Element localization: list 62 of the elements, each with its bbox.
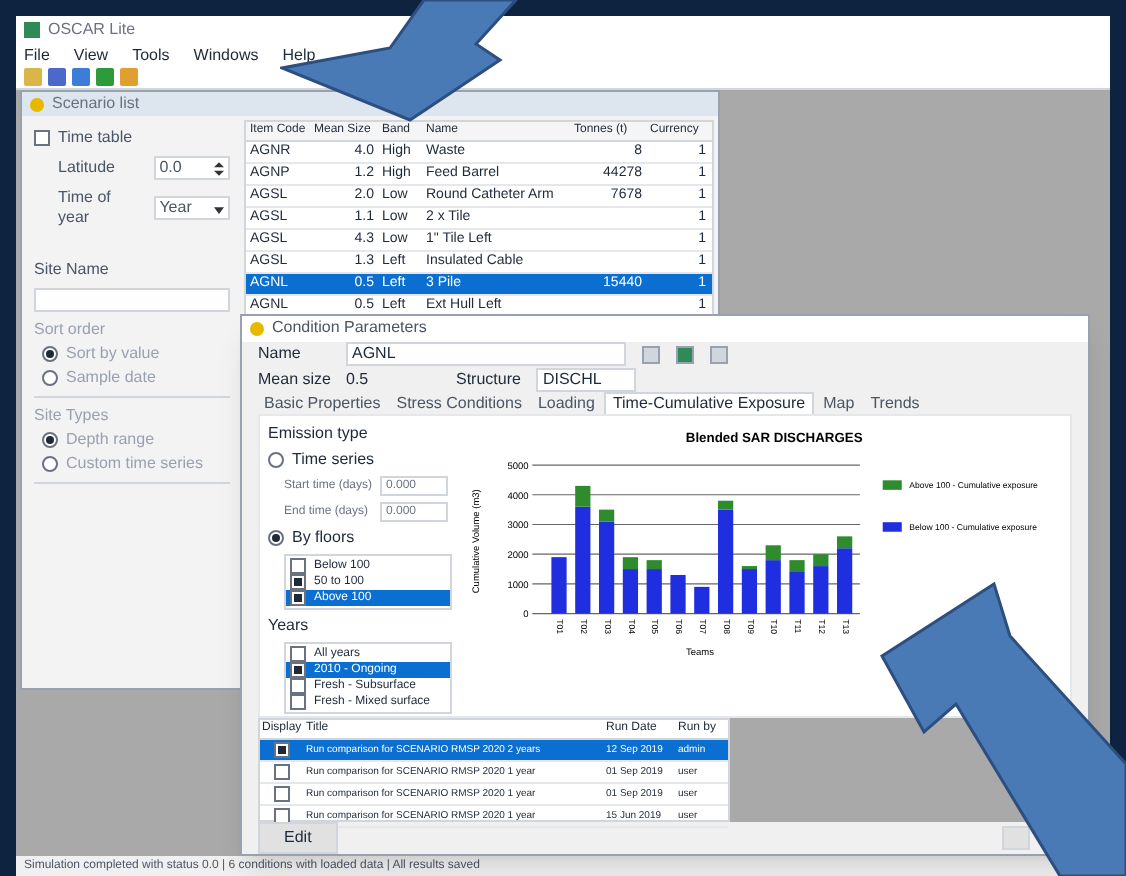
field-label: Time of year [58,188,113,228]
group-title: Sort order [34,320,108,340]
bar [694,586,711,614]
tab[interactable]: Time-Cumulative Exposure [604,392,814,415]
checkbox[interactable] [34,130,50,146]
group-title: Site Types [34,406,111,426]
field-value: 0.5 [346,369,371,390]
field-label: Mean size [258,369,330,390]
radio-label: Time series [292,450,375,471]
radio-button[interactable] [42,370,58,386]
checkbox[interactable] [290,694,306,711]
site-name-field[interactable] [34,288,230,312]
tab[interactable]: Map [817,394,861,415]
save-icon[interactable] [676,345,694,363]
spin-arrows-icon[interactable] [214,161,224,175]
child-window-title: Scenario list [52,94,140,114]
tab[interactable]: Loading [531,394,601,415]
tab[interactable]: Stress Conditions [390,394,528,415]
checkbox[interactable] [274,786,290,803]
checkbox[interactable] [290,590,306,607]
group-title: Emission type [268,424,370,445]
field-label: Latitude [58,158,117,178]
bar [671,575,687,614]
tab[interactable]: Basic Properties [258,394,387,415]
name-field[interactable]: AGNL [346,342,626,366]
menu-item[interactable]: View [73,45,109,65]
checkbox[interactable] [290,558,306,575]
radio-button[interactable] [42,456,58,472]
radio-label: Depth range [66,430,155,450]
checkbox[interactable] [290,646,306,663]
caret-icon[interactable] [214,201,224,215]
bar [552,557,568,614]
field-label: Structure [456,369,521,390]
group-title: Years [268,616,311,637]
radio-button[interactable] [42,432,58,448]
field-label: Site Name [34,260,111,280]
spin-field[interactable]: 0.0 [153,156,230,180]
checkbox[interactable] [290,574,306,591]
radio-button[interactable] [42,346,58,362]
radio-label: By floors [292,528,355,549]
checkbox[interactable] [274,764,290,781]
menu-item[interactable]: File [24,45,50,65]
dialog-title: Condition Parameters [272,318,427,339]
radio-button[interactable] [268,530,284,547]
app-icon [24,22,40,38]
window-title: OSCAR Lite [48,20,136,40]
menu-item[interactable]: Help [282,45,316,65]
checkbox[interactable] [290,678,306,695]
radio-label: Sort by value [66,344,160,364]
radio-button[interactable] [268,452,284,469]
checkbox[interactable] [274,742,290,759]
field-label: Name [258,344,303,364]
checkbox-label: Time table [58,128,133,148]
tab[interactable]: Trends [864,394,926,415]
checkbox[interactable] [290,662,306,679]
radio-label: Custom time series [66,454,203,474]
dropdown[interactable]: Year [153,196,230,220]
menu-item[interactable]: Windows [193,45,259,65]
structure-field[interactable]: DISCHL [536,367,637,392]
menu-item[interactable]: Tools [132,45,170,65]
radio-label: Sample date [66,368,156,388]
edit-button[interactable]: Edit [258,822,338,855]
